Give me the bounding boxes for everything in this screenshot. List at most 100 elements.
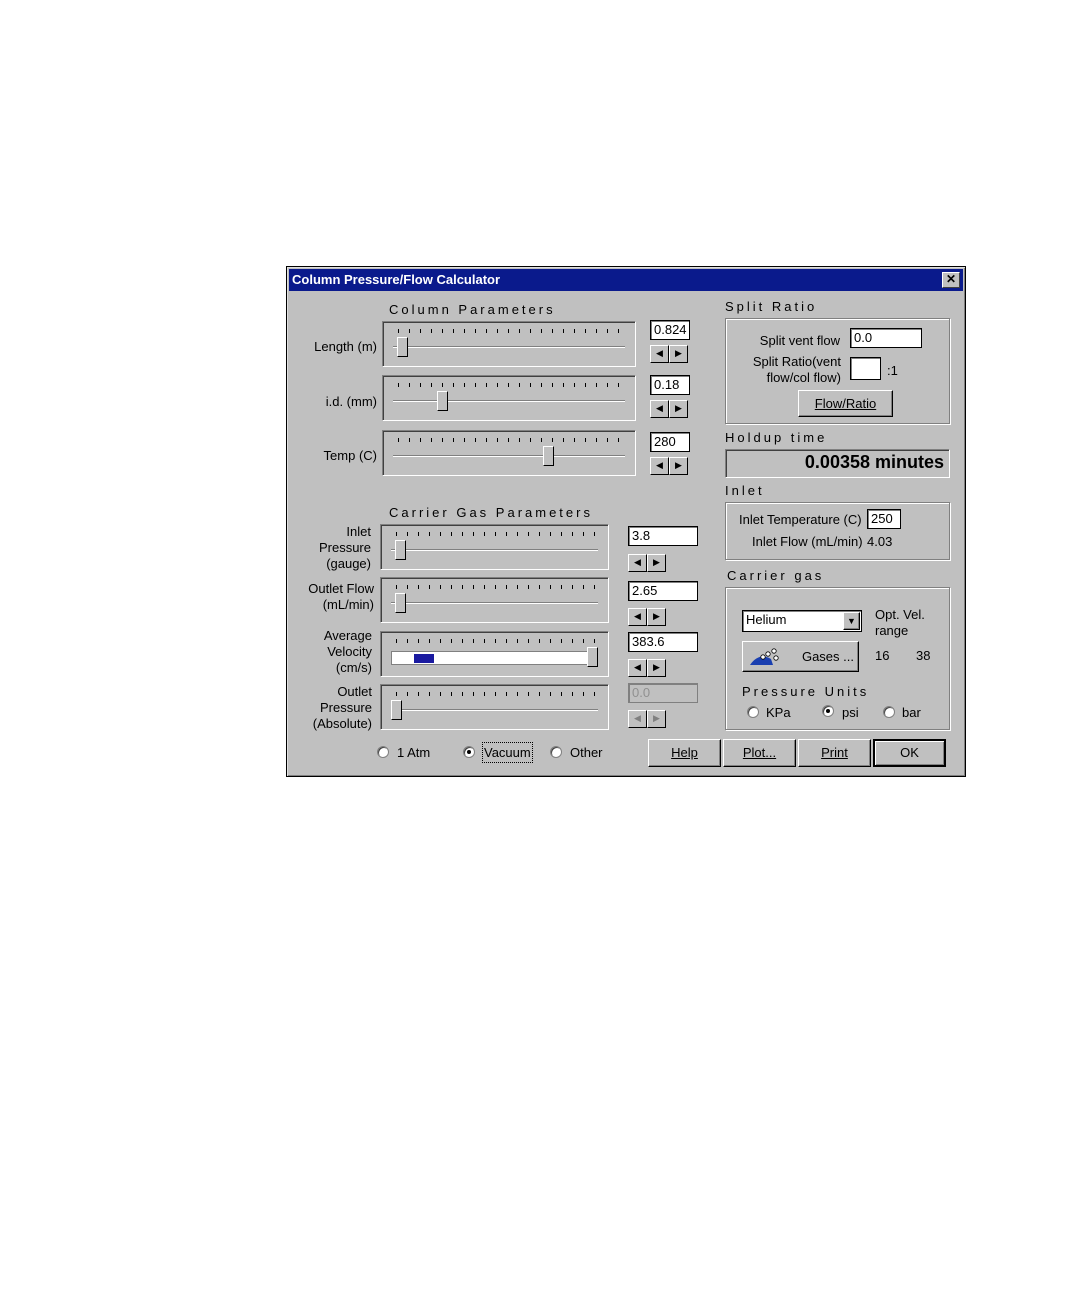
outlet-flow-ticks xyxy=(396,585,596,589)
radio-other-label: Other xyxy=(570,745,603,760)
inlet-pressure-track xyxy=(391,549,598,551)
radio-kpa[interactable] xyxy=(747,706,759,718)
holdup-title: Holdup time xyxy=(725,430,828,445)
outlet-pressure-label-2: Pressure xyxy=(319,700,372,715)
outlet-flow-spinner[interactable]: ◀ ▶ xyxy=(628,608,666,626)
temp-spinner[interactable]: ◀ ▶ xyxy=(650,457,688,475)
inlet-pressure-spinner[interactable]: ◀ ▶ xyxy=(628,554,666,572)
calculator-dialog: Column Pressure/Flow Calculator ✕ Column… xyxy=(286,266,966,777)
increment-icon[interactable]: ▶ xyxy=(647,554,666,572)
avg-velocity-slider[interactable] xyxy=(380,631,609,677)
decrement-icon[interactable]: ◀ xyxy=(650,457,669,475)
increment-icon[interactable]: ▶ xyxy=(669,345,688,363)
id-spinner[interactable]: ◀ ▶ xyxy=(650,400,688,418)
outlet-flow-label-1: Outlet Flow xyxy=(308,581,374,596)
opt-vel-label-2: range xyxy=(875,623,909,638)
inlet-pressure-slider[interactable] xyxy=(380,524,609,570)
avg-velocity-ticks xyxy=(396,639,596,643)
radio-vacuum[interactable] xyxy=(463,746,475,758)
length-slider-thumb[interactable] xyxy=(397,337,409,357)
avg-velocity-label-2: Velocity xyxy=(327,644,372,659)
increment-icon[interactable]: ▶ xyxy=(669,400,688,418)
flow-ratio-button-label: Flow/Ratio xyxy=(814,396,877,411)
decrement-icon[interactable]: ◀ xyxy=(650,400,669,418)
increment-icon[interactable]: ▶ xyxy=(647,608,666,626)
outlet-flow-slider[interactable] xyxy=(380,577,609,623)
window-title: Column Pressure/Flow Calculator xyxy=(292,272,501,287)
id-track xyxy=(393,400,625,402)
inlet-pressure-slider-thumb[interactable] xyxy=(394,540,406,560)
gases-button-label: Gases ... xyxy=(801,649,854,664)
decrement-icon: ◀ xyxy=(628,710,647,728)
outlet-pressure-slider-thumb[interactable] xyxy=(391,700,402,720)
temp-track xyxy=(393,455,625,457)
outlet-pressure-label-1: Outlet xyxy=(337,684,372,699)
length-spinner[interactable]: ◀ ▶ xyxy=(650,345,688,363)
temp-slider[interactable] xyxy=(382,430,636,476)
pressure-units-title: Pressure Units xyxy=(742,684,870,699)
outlet-flow-track xyxy=(391,602,598,604)
temp-ticks xyxy=(398,438,623,442)
help-button[interactable]: Help xyxy=(648,739,721,767)
length-label: Length (m) xyxy=(314,339,377,354)
inlet-temperature-input[interactable]: 250 xyxy=(867,509,901,529)
radio-1-atm[interactable] xyxy=(377,746,389,758)
temp-label: Temp (C) xyxy=(323,448,377,463)
decrement-icon[interactable]: ◀ xyxy=(650,345,669,363)
avg-velocity-input[interactable]: 383.6 xyxy=(628,632,698,652)
decrement-icon[interactable]: ◀ xyxy=(628,608,647,626)
radio-bar[interactable] xyxy=(883,706,895,718)
radio-bar-label: bar xyxy=(902,705,921,720)
ok-button-label: OK xyxy=(900,745,919,760)
length-slider[interactable] xyxy=(382,321,636,367)
increment-icon[interactable]: ▶ xyxy=(647,659,666,677)
avg-velocity-bar xyxy=(391,651,598,665)
plot-button[interactable]: Plot... xyxy=(723,739,796,767)
decrement-icon[interactable]: ◀ xyxy=(628,554,647,572)
avg-velocity-label-3: (cm/s) xyxy=(335,660,372,675)
temp-input[interactable]: 280 xyxy=(650,432,690,452)
radio-kpa-label: KPa xyxy=(766,705,791,720)
gas-molecule-icon xyxy=(750,648,779,665)
outlet-pressure-input: 0.0 xyxy=(628,683,698,703)
opt-vel-label-1: Opt. Vel. xyxy=(875,607,925,622)
length-ticks xyxy=(398,329,623,333)
split-vent-flow-label: Split vent flow xyxy=(759,333,840,348)
increment-icon[interactable]: ▶ xyxy=(669,457,688,475)
close-button[interactable]: ✕ xyxy=(942,272,960,288)
avg-velocity-label-1: Average xyxy=(323,628,372,643)
inlet-title: Inlet xyxy=(725,483,765,498)
id-slider[interactable] xyxy=(382,375,636,421)
avg-velocity-spinner[interactable]: ◀ ▶ xyxy=(628,659,666,677)
avg-velocity-slider-thumb[interactable] xyxy=(587,647,598,667)
length-track xyxy=(393,346,625,348)
outlet-pressure-slider[interactable] xyxy=(380,684,609,730)
id-input[interactable]: 0.18 xyxy=(650,375,690,395)
id-slider-thumb[interactable] xyxy=(437,391,449,411)
radio-other[interactable] xyxy=(550,746,562,758)
outlet-flow-slider-thumb[interactable] xyxy=(394,593,406,613)
title-bar[interactable]: Column Pressure/Flow Calculator ✕ xyxy=(289,269,963,291)
inlet-pressure-input[interactable]: 3.8 xyxy=(628,526,698,546)
opt-vel-max: 38 xyxy=(916,648,931,663)
inlet-temperature-label: Inlet Temperature (C) xyxy=(739,512,862,527)
outlet-pressure-spinner: ◀ ▶ xyxy=(628,710,666,728)
gases-button[interactable]: Gases ... xyxy=(742,641,859,672)
flow-ratio-button[interactable]: Flow/Ratio xyxy=(798,390,893,417)
decrement-icon[interactable]: ◀ xyxy=(628,659,647,677)
print-button[interactable]: Print xyxy=(798,739,871,767)
radio-vacuum-label: Vacuum xyxy=(482,742,533,763)
gas-select[interactable]: Helium ▼ xyxy=(742,610,862,632)
temp-slider-thumb[interactable] xyxy=(543,446,555,466)
radio-1-atm-label: 1 Atm xyxy=(397,745,431,760)
split-ratio-input[interactable] xyxy=(850,357,881,380)
split-vent-flow-input[interactable]: 0.0 xyxy=(850,328,922,348)
outlet-flow-input[interactable]: 2.65 xyxy=(628,581,698,601)
radio-psi[interactable] xyxy=(822,705,834,717)
ok-button[interactable]: OK xyxy=(873,739,946,767)
chevron-down-icon[interactable]: ▼ xyxy=(843,612,860,630)
id-ticks xyxy=(398,383,623,387)
outlet-pressure-track xyxy=(391,709,598,711)
plot-button-label: Plot... xyxy=(742,745,777,760)
length-input[interactable]: 0.824 xyxy=(650,320,690,340)
